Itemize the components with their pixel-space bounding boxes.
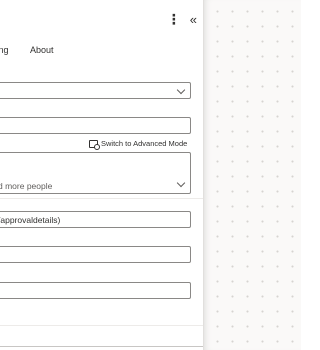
collapse-panel-icon[interactable]: «	[190, 13, 197, 26]
details-value: /approvaldetails)	[0, 215, 61, 225]
assigned-to-field[interactable]: d more people	[0, 152, 191, 194]
section-divider	[0, 198, 203, 199]
item-link-input[interactable]	[0, 246, 191, 263]
tab-about[interactable]: About	[30, 45, 54, 55]
approval-type-dropdown[interactable]	[0, 82, 191, 99]
bottom-border	[0, 346, 203, 347]
designer-canvas[interactable]	[203, 0, 301, 350]
tab-settings[interactable]: ting	[0, 45, 9, 55]
assigned-to-placeholder: d more people	[0, 181, 53, 191]
advanced-mode-label: Switch to Advanced Mode	[101, 139, 188, 148]
panel-header-icons: ⋮ «	[167, 12, 197, 26]
advanced-mode-icon	[89, 139, 100, 150]
more-options-icon[interactable]: ⋮	[167, 12, 181, 26]
title-input[interactable]	[0, 117, 191, 134]
advanced-mode-link[interactable]: Switch to Advanced Mode	[89, 139, 188, 150]
item-link-description-input[interactable]	[0, 282, 191, 299]
section-divider	[0, 325, 203, 326]
chevron-down-icon	[176, 85, 186, 95]
action-settings-panel: ⋮ « ting About Switch to Advanced Mode d…	[0, 0, 203, 350]
chevron-down-icon	[176, 178, 186, 188]
details-input[interactable]: /approvaldetails)	[0, 211, 191, 228]
